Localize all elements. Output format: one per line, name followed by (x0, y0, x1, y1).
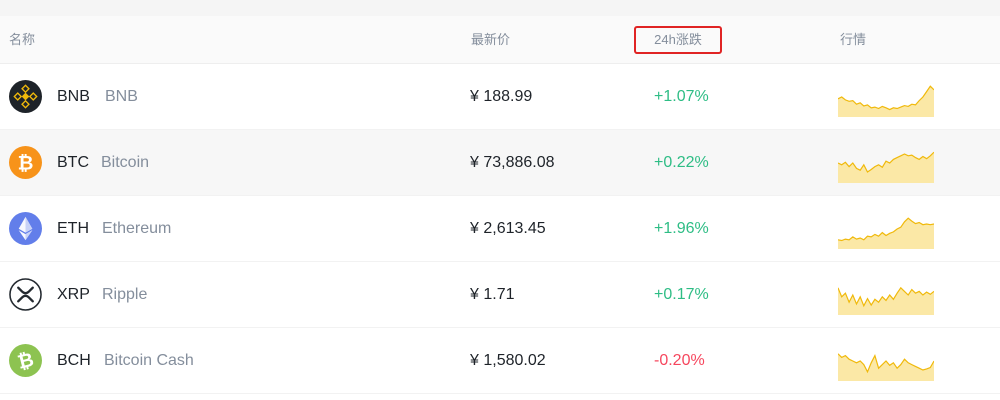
ethereum-icon (9, 212, 42, 245)
market-page: 名称 最新价 24h涨跌 行情 BNB BNB ¥ 188.99 +1.07% … (0, 0, 1000, 400)
sparkline-area (838, 353, 934, 381)
coin-24h-change: -0.20% (654, 352, 705, 369)
coin-price: ¥ 188.99 (470, 88, 533, 105)
header-price[interactable]: 最新价 (471, 32, 510, 48)
coin-24h-change: +1.07% (654, 88, 709, 105)
coin-name: BNB (105, 88, 138, 105)
svg-text:₿: ₿ (18, 151, 34, 174)
coin-price: ¥ 2,613.45 (470, 220, 546, 237)
coin-name: Ripple (102, 286, 148, 303)
table-row[interactable]: BNB BNB ¥ 188.99 +1.07% (0, 64, 1000, 130)
ripple-icon (9, 278, 42, 311)
sparkline-area (838, 152, 934, 183)
header-24h-change[interactable]: 24h涨跌 (634, 26, 722, 54)
coin-symbol: BCH (57, 352, 91, 369)
coin-symbol: BNB (57, 88, 90, 105)
coin-symbol: ETH (57, 220, 89, 237)
table-row[interactable]: ₿ BTC Bitcoin ¥ 73,886.08 +0.22% (0, 130, 1000, 196)
top-strip (0, 0, 1000, 16)
coin-name: Bitcoin Cash (104, 352, 194, 369)
coin-24h-change: +0.17% (654, 286, 709, 303)
coin-name: Ethereum (102, 220, 172, 237)
coin-24h-change: +1.96% (654, 220, 709, 237)
header-trend: 行情 (840, 32, 867, 47)
coin-price: ¥ 73,886.08 (470, 154, 555, 171)
bitcoin-cash-icon: ₿ (9, 344, 42, 377)
coin-price: ¥ 1,580.02 (470, 352, 546, 369)
coin-symbol: XRP (57, 286, 90, 303)
coin-name: Bitcoin (101, 154, 150, 171)
sparkline-chart (838, 353, 934, 381)
coin-price: ¥ 1.71 (470, 286, 515, 303)
sparkline-chart (838, 151, 934, 183)
bnb-icon (9, 80, 42, 113)
header-name[interactable]: 名称 (9, 32, 35, 48)
sparkline-chart (838, 286, 934, 315)
table-header: 名称 最新价 24h涨跌 行情 (0, 16, 1000, 64)
sparkline-chart (838, 85, 934, 117)
coin-24h-change: +0.22% (654, 154, 709, 171)
sparkline-chart (838, 217, 934, 249)
coin-symbol: BTC (57, 154, 89, 171)
market-table: 名称 最新价 24h涨跌 行情 BNB BNB ¥ 188.99 +1.07% … (0, 16, 1000, 394)
bitcoin-icon: ₿ (9, 146, 42, 179)
sparkline-area (838, 86, 934, 117)
table-row[interactable]: ₿ BCH Bitcoin Cash ¥ 1,580.02 -0.20% (0, 328, 1000, 394)
table-row[interactable]: ETH Ethereum ¥ 2,613.45 +1.96% (0, 196, 1000, 262)
table-row[interactable]: XRP Ripple ¥ 1.71 +0.17% (0, 262, 1000, 328)
